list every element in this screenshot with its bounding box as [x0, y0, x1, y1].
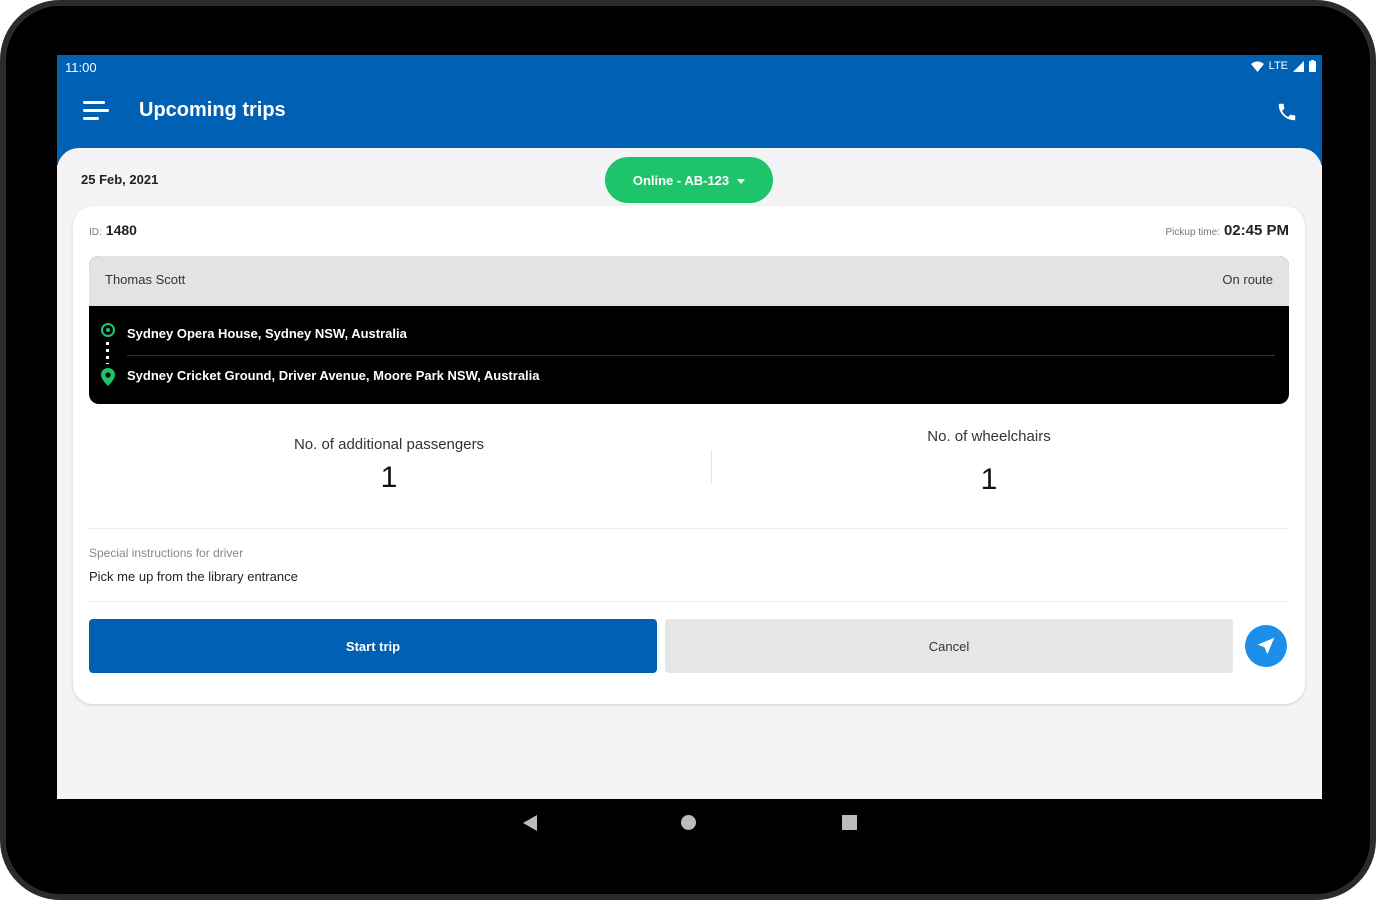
pickup-time-label: Pickup time:	[1165, 227, 1220, 238]
section-divider	[89, 601, 1289, 602]
wheelchair-count-value: 1	[980, 463, 998, 496]
pickup-address: Sydney Opera House, Sydney NSW, Australi…	[127, 326, 407, 341]
dropoff-pin-icon	[101, 368, 115, 386]
route-divider	[127, 355, 1275, 356]
trip-id-value: 1480	[105, 222, 137, 238]
recent-apps-icon[interactable]	[842, 815, 857, 830]
instructions-label: Special instructions for driver	[89, 546, 244, 560]
start-trip-button[interactable]: Start trip	[89, 619, 657, 673]
passenger-count-label: No. of additional passengers	[293, 436, 485, 453]
pickup-pin-icon	[101, 323, 115, 337]
counts-divider	[711, 450, 712, 484]
vehicle-status-label: Online - AB-123	[632, 172, 730, 188]
section-divider	[89, 528, 1289, 529]
rider-name: Thomas Scott	[105, 272, 186, 287]
dropoff-address: Sydney Cricket Ground, Driver Avenue, Mo…	[127, 368, 540, 383]
page-title: Upcoming trips	[139, 99, 286, 121]
wifi-icon	[1250, 61, 1264, 72]
wheelchair-count: No. of wheelchairs 1	[689, 414, 1289, 524]
vehicle-status-dropdown[interactable]: Online - AB-123	[605, 157, 773, 203]
network-label: LTE	[1268, 60, 1288, 72]
rider-route-panel: Thomas Scott On route Sydney Opera House…	[89, 256, 1289, 404]
passenger-count: No. of additional passengers 1	[89, 414, 689, 524]
trip-counts: No. of additional passengers 1 No. of wh…	[89, 414, 1289, 524]
chevron-down-icon	[737, 178, 746, 184]
trip-id: ID: 1480	[89, 222, 137, 238]
instructions-text: Pick me up from the library entrance	[89, 569, 298, 584]
pickup-time-value: 02:45 PM	[1223, 222, 1289, 239]
phone-icon[interactable]	[1276, 101, 1298, 123]
trip-status: On route	[1222, 272, 1273, 287]
menu-icon[interactable]	[83, 101, 109, 123]
pickup-time: Pickup time: 02:45 PM	[1165, 222, 1289, 239]
status-bar: 11:00 LTE	[57, 55, 1322, 81]
content-area: 25 Feb, 2021 Online - AB-123 ID: 1480 Pic…	[57, 148, 1322, 799]
route-dots	[106, 342, 109, 364]
rider-header: Thomas Scott On route	[89, 256, 1289, 306]
wheelchair-count-label: No. of wheelchairs	[927, 428, 1051, 445]
trip-card: ID: 1480 Pickup time: 02:45 PM Thomas Scot…	[73, 206, 1305, 704]
navigation-arrow-icon	[1257, 637, 1275, 655]
battery-icon	[1309, 60, 1316, 72]
passenger-count-value: 1	[380, 461, 398, 494]
navigate-button[interactable]	[1245, 625, 1287, 667]
system-nav-bar	[57, 799, 1322, 849]
back-icon[interactable]	[523, 815, 537, 831]
status-icons: LTE	[1250, 60, 1316, 72]
app-screen: 11:00 LTE Upcoming trips 25 Feb, 2021 On…	[57, 55, 1322, 799]
route-details: Sydney Opera House, Sydney NSW, Australi…	[89, 306, 1289, 404]
trip-id-label: ID:	[89, 227, 102, 238]
status-time: 11:00	[65, 60, 97, 75]
trip-date: 25 Feb, 2021	[81, 172, 159, 187]
home-icon[interactable]	[681, 815, 696, 830]
signal-icon	[1293, 60, 1304, 72]
cancel-trip-button[interactable]: Cancel	[665, 619, 1233, 673]
